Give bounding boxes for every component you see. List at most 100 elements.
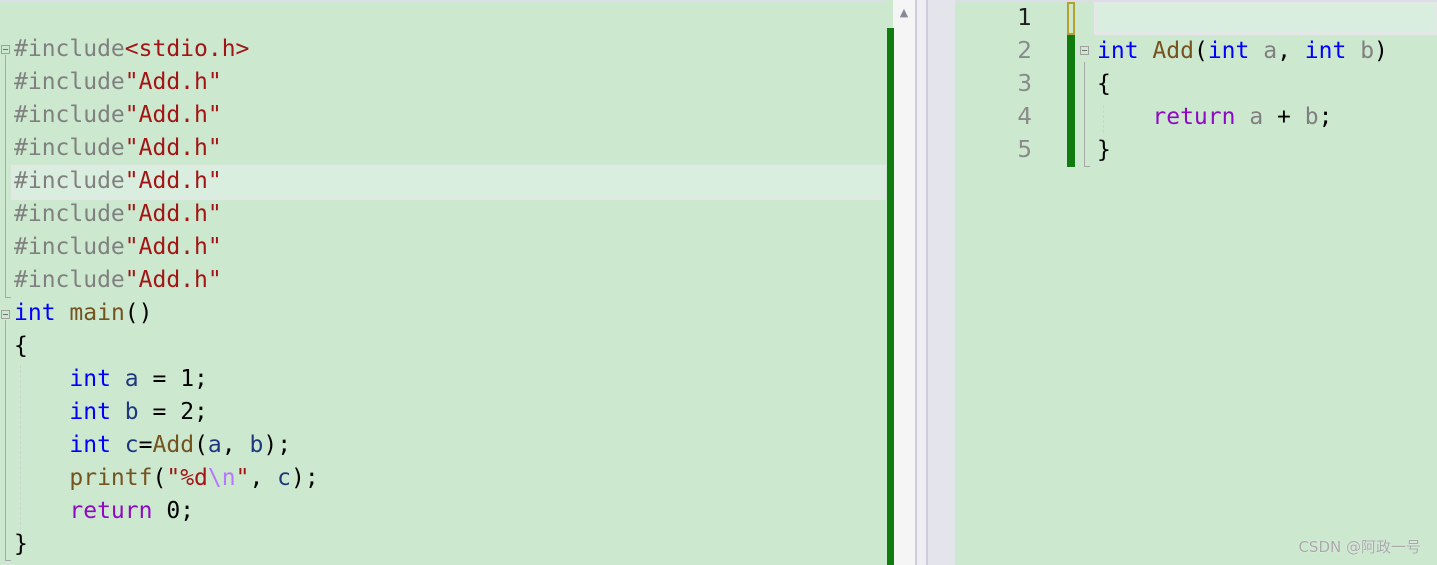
code-token: ); — [263, 432, 292, 458]
code-token: #include — [14, 102, 125, 128]
code-line[interactable]: return a + b; — [1097, 101, 1332, 134]
vertical-scrollbar[interactable] — [893, 0, 915, 565]
fold-guide-end — [5, 560, 11, 561]
code-token: #include — [14, 168, 125, 194]
code-token: = 2; — [138, 399, 208, 425]
watermark: CSDN @阿政一号 — [1298, 538, 1421, 556]
code-line[interactable]: #include"Add.h" — [14, 264, 222, 297]
code-token: return — [69, 498, 153, 524]
fold-collapse-icon[interactable] — [1, 45, 10, 54]
current-line-highlight — [1094, 2, 1437, 35]
code-token: = 1; — [138, 366, 208, 392]
code-line[interactable]: #include"Add.h" — [14, 165, 222, 198]
code-token: { — [1097, 71, 1111, 97]
code-token: int — [69, 432, 111, 458]
left-code-editor[interactable]: #include<stdio.h> #include"Add.h" #include… — [0, 0, 886, 565]
code-token: int — [14, 300, 56, 326]
code-token: , — [1277, 38, 1305, 64]
fold-collapse-icon[interactable] — [1080, 46, 1089, 55]
code-line[interactable]: #include"Add.h" — [14, 99, 222, 132]
code-token: \n — [207, 465, 236, 491]
code-line[interactable]: printf("%d\n", c); — [14, 462, 319, 495]
change-indicator-bar — [1067, 35, 1075, 167]
line-number: 3 — [1017, 71, 1032, 97]
editor-splitter[interactable] — [915, 0, 955, 565]
code-token: () — [124, 300, 153, 326]
code-line[interactable]: #include"Add.h" — [14, 198, 222, 231]
code-line[interactable]: int c=Add(a, b); — [14, 429, 291, 462]
code-line[interactable]: #include"Add.h" — [14, 132, 222, 165]
fold-guide-line — [5, 320, 6, 560]
code-token: #include — [14, 135, 125, 161]
code-line[interactable]: } — [1097, 134, 1111, 167]
fold-guide-line — [5, 55, 6, 297]
code-line[interactable]: int b = 2; — [14, 396, 208, 429]
code-token: 0; — [152, 498, 195, 524]
code-token: "Add.h" — [124, 201, 222, 227]
code-token: "Add.h" — [124, 102, 222, 128]
code-token: ); — [291, 465, 319, 491]
code-token: b — [1360, 38, 1375, 64]
code-token: #include — [14, 69, 125, 95]
code-line[interactable]: #include"Add.h" — [14, 231, 222, 264]
code-token: ( — [1193, 38, 1208, 64]
code-line[interactable]: #include<stdio.h> — [14, 33, 249, 66]
code-token: ( — [194, 432, 208, 458]
code-line[interactable]: #include"Add.h" — [14, 66, 222, 99]
code-token: b — [249, 432, 264, 458]
code-token: #include — [14, 234, 125, 260]
line-number: 5 — [1017, 137, 1032, 163]
code-token: "Add.h" — [124, 135, 222, 161]
code-line[interactable]: } — [14, 528, 28, 561]
splitter-border — [926, 0, 928, 565]
code-token: int — [1207, 38, 1250, 64]
code-token: c — [277, 465, 292, 491]
code-token: Add — [1152, 38, 1194, 64]
indent-guide — [20, 365, 21, 530]
code-token: #include — [14, 267, 125, 293]
unsaved-change-marker — [1067, 2, 1075, 35]
code-token: "Add.h" — [124, 168, 222, 194]
code-line[interactable]: { — [1097, 68, 1111, 101]
code-token: "Add.h" — [124, 69, 222, 95]
code-token: "Add.h" — [124, 267, 222, 293]
splitter-handle[interactable] — [917, 0, 926, 565]
code-token: int — [1097, 38, 1139, 64]
fold-guide-end — [5, 297, 11, 298]
code-token: , — [221, 432, 250, 458]
code-token: ; — [1318, 104, 1333, 130]
code-token: { — [14, 333, 28, 359]
code-token: #include — [14, 36, 125, 62]
code-line[interactable]: { — [14, 330, 28, 363]
code-token: return — [1152, 104, 1236, 130]
fold-guide-end — [1084, 166, 1090, 167]
code-token: a — [207, 432, 222, 458]
code-token: printf — [69, 465, 153, 491]
change-indicator-bar — [887, 28, 894, 565]
code-token: #include — [14, 201, 125, 227]
code-token: ) — [1374, 38, 1388, 64]
code-token: Add — [152, 432, 195, 458]
code-line[interactable]: return 0; — [14, 495, 194, 528]
code-token: = — [138, 432, 153, 458]
fold-collapse-icon[interactable] — [1, 310, 10, 319]
code-line[interactable]: int main() — [14, 297, 153, 330]
code-line[interactable]: int a = 1; — [14, 363, 208, 396]
code-token: <stdio.h> — [124, 36, 250, 62]
code-token: "%d — [166, 465, 208, 491]
code-token: ( — [152, 465, 167, 491]
line-number: 2 — [1017, 38, 1032, 64]
scroll-up-arrow-icon[interactable]: ▲ — [893, 5, 915, 21]
code-line[interactable]: int Add(int a, int b) — [1097, 35, 1388, 68]
right-code-editor[interactable]: 12345 int Add(int a, int b){ return a + … — [955, 0, 1437, 565]
